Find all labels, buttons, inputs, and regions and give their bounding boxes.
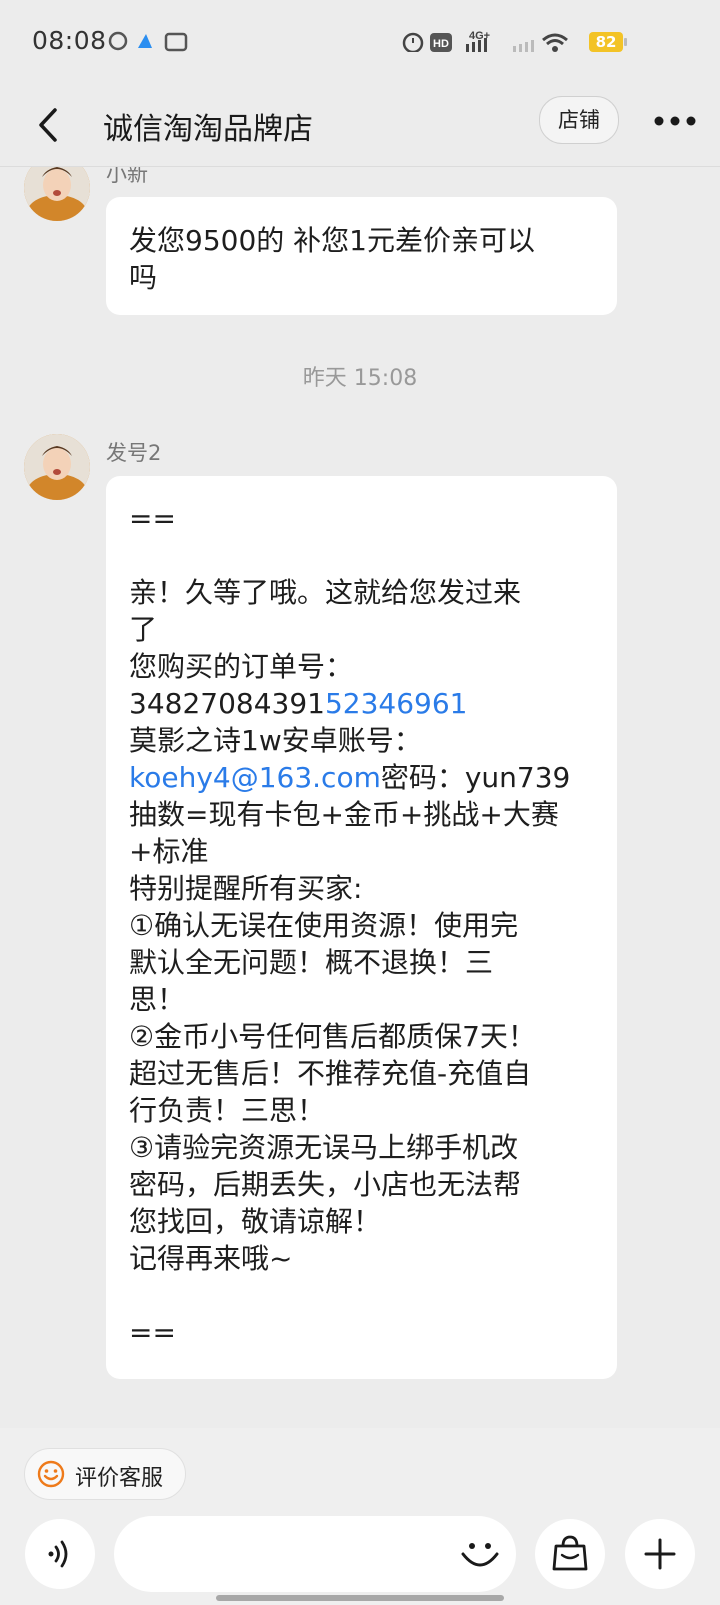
message-line <box>129 1277 594 1314</box>
credentials-line: koehy4@163.com密码：yun739 <box>129 759 594 796</box>
message-line <box>129 537 594 574</box>
bag-icon <box>552 1535 588 1571</box>
message-line: 思！ <box>129 983 186 1016</box>
plus-icon <box>644 1538 676 1570</box>
message-line: ③请验完资源无误马上绑手机改 <box>129 1131 519 1164</box>
rate-service-label: 评价客服 <box>75 1466 164 1491</box>
message-line: 默认全无问题！概不退换！三 <box>129 946 494 979</box>
rate-service-button[interactable]: 评价客服 <box>24 1448 186 1500</box>
notification-icons <box>108 31 188 52</box>
signal-wifi-icon <box>513 33 568 52</box>
message-line: 您找回，敬请谅解！ <box>129 1205 382 1238</box>
message-line: 了 <box>129 613 158 646</box>
message-line: 超过无售后！不推荐充值-充值自 <box>129 1057 532 1090</box>
order-number-line: 3482708439152346961 <box>129 685 594 722</box>
email-link[interactable]: koehy4@163.com <box>129 761 381 794</box>
avatar[interactable] <box>24 434 90 500</box>
voice-button[interactable] <box>25 1519 95 1589</box>
message-line: 您购买的订单号： <box>129 650 354 683</box>
message-line: 记得再来哦~ <box>129 1242 293 1275</box>
order-number-link[interactable]: 52346961 <box>325 687 468 720</box>
message-line: == <box>129 502 176 535</box>
message-line: 抽数=现有卡包+金币+挑战+大赛 <box>129 798 559 831</box>
message-bubble[interactable]: == 亲！久等了哦。这就给您发过来 了 您购买的订单号： 34827084391… <box>106 476 617 1379</box>
message-line: 行负责！三思！ <box>129 1094 326 1127</box>
message-bubble[interactable]: 发您9500的 补您1元差价亲可以 吗 <box>106 197 617 315</box>
message-input[interactable] <box>114 1516 516 1592</box>
alarm-icon: HD 4G+ <box>402 30 490 52</box>
timestamp: 昨天 15:08 <box>302 366 418 391</box>
message-line: 密码，后期丢失，小店也无法帮 <box>129 1168 522 1201</box>
add-button[interactable] <box>625 1519 695 1589</box>
password-text: 密码：yun739 <box>380 761 571 794</box>
page-title: 诚信淘淘品牌店 <box>103 112 313 147</box>
message-line: 莫影之诗1w安卓账号： <box>129 724 422 757</box>
message-line: +标准 <box>129 835 209 868</box>
shopping-bag-button[interactable] <box>535 1519 605 1589</box>
shop-button[interactable]: 店铺 <box>539 96 619 144</box>
message-line: 发您9500的 补您1元差价亲可以 <box>129 224 535 257</box>
message-line: == <box>129 1316 176 1349</box>
battery-indicator: 82 <box>589 32 623 52</box>
battery-tip <box>624 38 627 46</box>
sender-name: 发号2 <box>106 441 162 465</box>
status-time: 08:08 <box>32 26 107 55</box>
message-line: 特别提醒所有买家: <box>129 872 363 905</box>
message-line: ②金币小号任何售后都质保7天！ <box>129 1020 536 1053</box>
chat-header: 诚信淘淘品牌店 店铺 <box>0 84 720 167</box>
more-dots-icon[interactable] <box>652 106 698 136</box>
message-line: ①确认无误在使用资源！使用完 <box>129 909 519 942</box>
avatar[interactable] <box>24 167 90 221</box>
sender-name: 小新 <box>106 167 148 186</box>
input-area: 评价客服 <box>0 1428 720 1605</box>
message-line: 亲！久等了哦。这就给您发过来 <box>129 576 522 609</box>
emoji-icon[interactable] <box>458 1532 502 1576</box>
status-bar: 08:08 HD 4G+ 82 <box>0 0 720 84</box>
voice-icon <box>48 1540 68 1568</box>
smile-icon <box>37 1460 65 1488</box>
svg-text:HD: HD <box>433 38 449 50</box>
back-arrow-icon[interactable] <box>30 100 70 150</box>
order-number-prefix: 34827084391 <box>129 687 325 720</box>
home-indicator[interactable] <box>216 1595 504 1601</box>
chat-area[interactable]: 小新 发您9500的 补您1元差价亲可以 吗 昨天 15:08 发号2 == 亲… <box>0 167 720 1427</box>
message-line: 吗 <box>129 261 158 294</box>
